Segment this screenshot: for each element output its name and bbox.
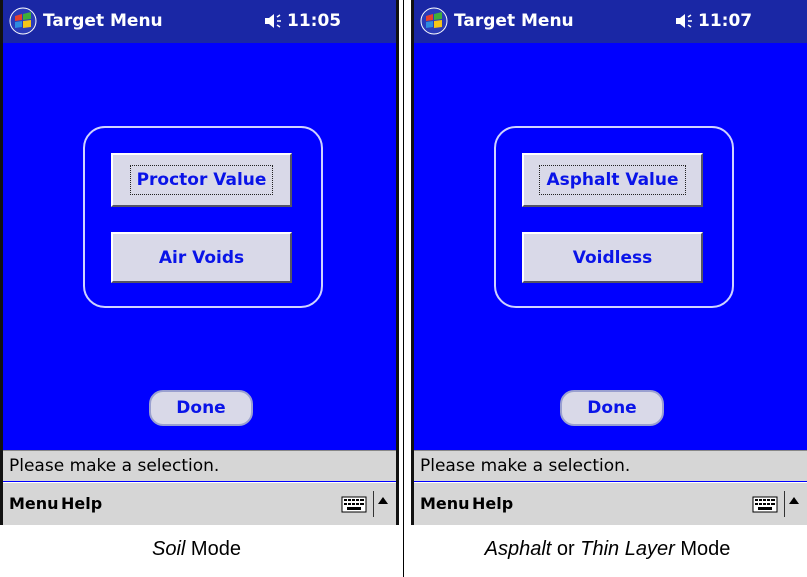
proctor-value-button[interactable]: Proctor Value: [111, 153, 292, 207]
done-button[interactable]: Done: [149, 390, 253, 426]
status-message: Please make a selection.: [414, 450, 807, 481]
caption-emphasis: Soil: [152, 538, 186, 560]
button-label: Done: [176, 398, 226, 418]
button-label: Air Voids: [158, 247, 245, 268]
done-button[interactable]: Done: [560, 390, 664, 426]
separator: [373, 491, 374, 517]
caption-emphasis: Asphalt: [484, 538, 552, 560]
caption-soil-mode: Soil Mode: [0, 538, 393, 561]
menu-item-menu[interactable]: Menu: [420, 494, 470, 513]
clock[interactable]: 11:05: [287, 11, 341, 31]
caption-asphalt-mode: Asphalt or Thin Layer Mode: [411, 538, 804, 561]
window-title: Target Menu: [43, 11, 163, 31]
menu-item-help[interactable]: Help: [472, 494, 513, 513]
voidless-button[interactable]: Voidless: [522, 232, 703, 283]
speaker-icon[interactable]: [263, 12, 283, 30]
menu-item-menu[interactable]: Menu: [9, 494, 59, 513]
caption-emphasis-2: Thin Layer: [580, 538, 675, 560]
start-menu-icon[interactable]: [420, 7, 448, 35]
divider: [403, 0, 404, 577]
device-screen-soil: Target Menu 11:05 Proctor Value Air Void…: [0, 0, 399, 525]
speaker-icon[interactable]: [674, 12, 694, 30]
status-message: Please make a selection.: [3, 450, 396, 481]
button-label: Done: [587, 398, 637, 418]
title-bar: Target Menu 11:07: [414, 0, 807, 43]
button-label: Asphalt Value: [539, 165, 686, 195]
keyboard-icon[interactable]: [752, 496, 778, 513]
button-label: Proctor Value: [129, 165, 274, 195]
button-label: Voidless: [572, 247, 653, 268]
device-screen-asphalt: Target Menu 11:07 Asphalt Value Voidless…: [411, 0, 807, 525]
caption-text: Mode: [185, 538, 241, 560]
title-bar: Target Menu 11:05: [3, 0, 396, 43]
caption-text: Mode: [674, 538, 731, 560]
window-title: Target Menu: [454, 11, 574, 31]
menu-bar: Menu Help: [3, 482, 396, 525]
keyboard-icon[interactable]: [341, 496, 367, 513]
air-voids-button[interactable]: Air Voids: [111, 232, 292, 283]
asphalt-value-button[interactable]: Asphalt Value: [522, 153, 703, 207]
separator: [784, 491, 785, 517]
caption-text: or: [551, 538, 581, 560]
up-arrow-icon[interactable]: [378, 497, 388, 504]
up-arrow-icon[interactable]: [789, 497, 799, 504]
clock[interactable]: 11:07: [698, 11, 752, 31]
menu-item-help[interactable]: Help: [61, 494, 102, 513]
menu-bar: Menu Help: [414, 482, 807, 525]
start-menu-icon[interactable]: [9, 7, 37, 35]
